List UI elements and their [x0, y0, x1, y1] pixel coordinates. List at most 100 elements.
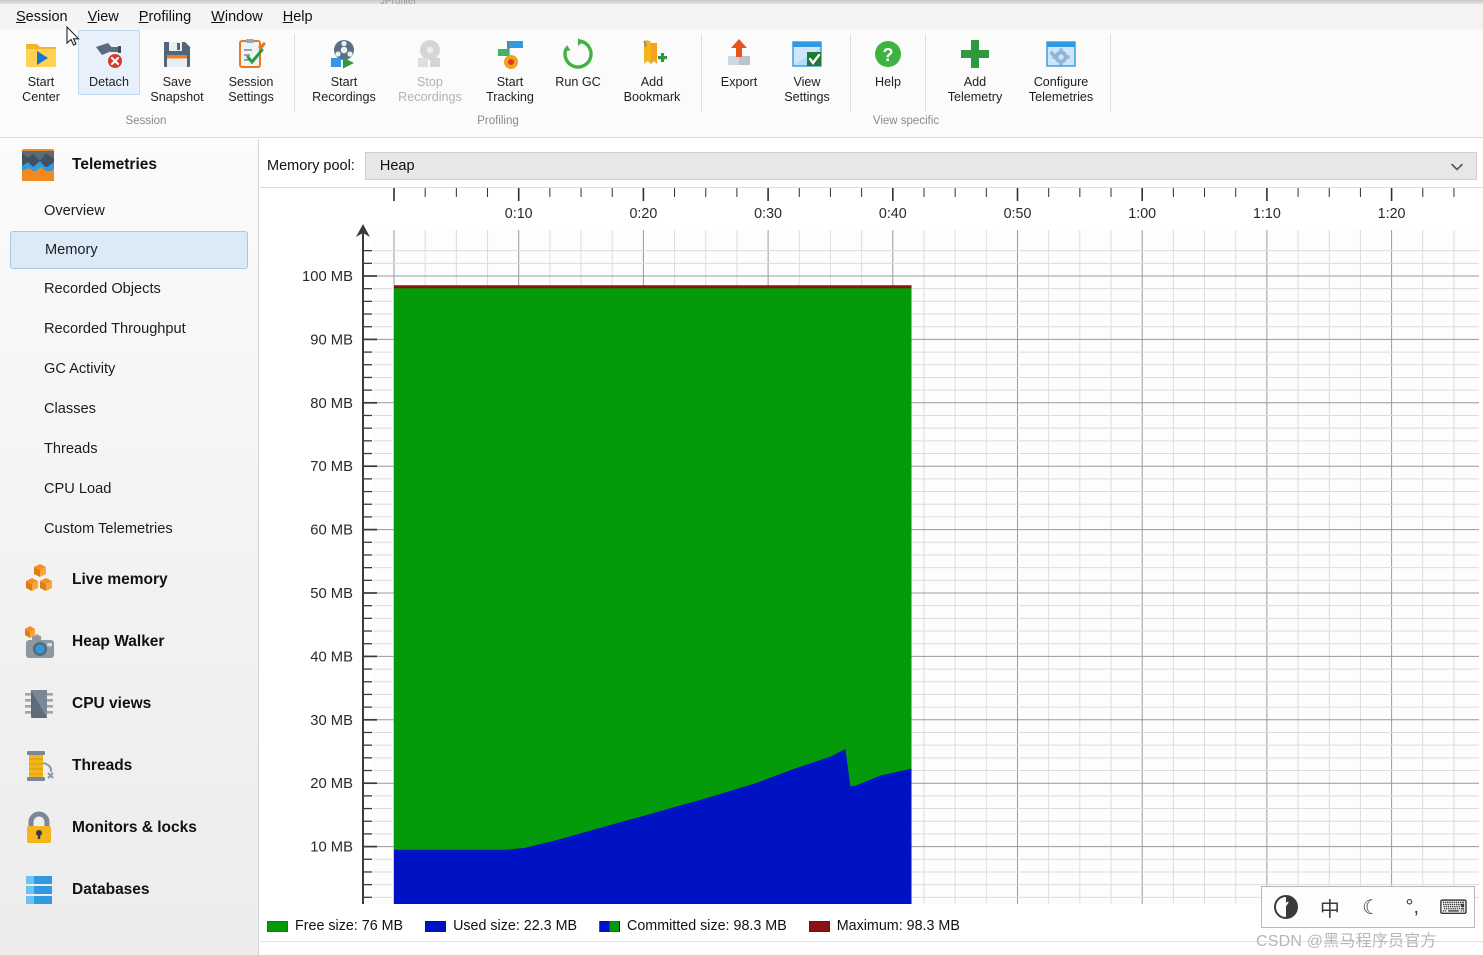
- ribbon-separator-4: [925, 34, 926, 112]
- ribbon-group-profiling: Start Recordings Stop Recordings Start T…: [301, 30, 695, 134]
- session-settings-icon: [239, 39, 266, 68]
- memory-pool-label: Memory pool:: [267, 158, 355, 174]
- sidebar-item-label: Memory: [45, 242, 98, 258]
- ribbon-group-view-specific: Export View Settings ? Help Add Telemetr…: [708, 30, 1104, 134]
- add-bookmark-icon: [643, 40, 667, 64]
- menu-view[interactable]: View: [78, 6, 129, 28]
- sidebar-item-cpu-load[interactable]: CPU Load: [0, 469, 258, 509]
- svg-text:60 MB: 60 MB: [310, 523, 353, 539]
- svg-text:30 MB: 30 MB: [310, 713, 353, 729]
- sidebar-item-threads-telemetry[interactable]: Threads: [0, 429, 258, 469]
- svg-text:80 MB: 80 MB: [310, 396, 353, 412]
- legend-label-committed-size: Committed size: 98.3 MB: [627, 918, 787, 934]
- session-settings-label: Session Settings: [228, 75, 274, 104]
- ribbon-group-session-label: Session: [125, 115, 167, 127]
- start-recordings-button[interactable]: Start Recordings: [301, 30, 387, 110]
- sogou-logo-icon[interactable]: [1262, 887, 1309, 927]
- run-gc-label: Run GC: [555, 75, 601, 89]
- legend-swatch-committed-size: [599, 920, 621, 932]
- sidebar-item-recorded-objects[interactable]: Recorded Objects: [0, 269, 258, 309]
- add-telemetry-button[interactable]: Add Telemetry: [932, 30, 1018, 110]
- sidebar-item-monitors-locks[interactable]: Monitors & locks: [0, 797, 258, 859]
- sidebar-item-live-memory[interactable]: Live memory: [0, 549, 258, 611]
- legend-entry-committed-size: Committed size: 98.3 MB: [599, 918, 787, 934]
- svg-text:10 MB: 10 MB: [310, 840, 353, 856]
- memory-chart[interactable]: 0:10 0:20 0:30 0:40 0:50 1:00 1:10 1:20 10 MB 20 …: [260, 188, 1483, 904]
- cpu-views-icon: [25, 690, 53, 718]
- stop-recordings-button: Stop Recordings: [387, 30, 473, 110]
- legend-label-free-size: Free size: 76 MB: [295, 918, 404, 934]
- start-center-button[interactable]: Start Center: [4, 30, 78, 110]
- menu-bar: Session View Profiling Window Help: [0, 4, 1483, 30]
- legend-entry-maximum: Maximum: 98.3 MB: [808, 918, 960, 934]
- svg-text:0:50: 0:50: [1004, 206, 1032, 222]
- sidebar-item-custom-telemetries[interactable]: Custom Telemetries: [0, 509, 258, 549]
- chinese-mode-icon[interactable]: 中: [1309, 887, 1350, 927]
- start-tracking-button[interactable]: Start Tracking: [473, 30, 547, 110]
- heap-walker-icon: [25, 626, 54, 658]
- help-button[interactable]: ? Help: [857, 30, 919, 95]
- view-settings-label: View Settings: [784, 75, 830, 104]
- sidebar-item-label: Monitors & locks: [72, 819, 197, 836]
- threads-icon: [27, 751, 54, 781]
- sidebar-item-label: CPU views: [72, 695, 152, 712]
- run-gc-icon: [563, 38, 593, 69]
- add-telemetry-label: Add Telemetry: [947, 75, 1003, 104]
- sidebar-item-classes[interactable]: Classes: [0, 389, 258, 429]
- add-bookmark-button[interactable]: Add Bookmark: [609, 30, 695, 110]
- sidebar-item-databases[interactable]: Databases: [0, 859, 258, 921]
- ribbon-separator-5: [1110, 34, 1111, 112]
- save-snapshot-button[interactable]: Save Snapshot: [140, 30, 214, 110]
- main-content: Memory pool: Heap 0:10 0:20 0:30 0:40 0:50 1:…: [260, 139, 1483, 955]
- run-gc-button[interactable]: Run GC: [547, 30, 609, 95]
- ribbon-group-view-specific-label: View specific: [872, 115, 940, 127]
- ribbon-separator-3: [850, 34, 851, 112]
- export-icon: [728, 39, 750, 65]
- start-tracking-icon: [498, 41, 523, 69]
- start-center-label: Start Center: [22, 75, 60, 104]
- sidebar-item-overview[interactable]: Overview: [0, 191, 258, 231]
- svg-text:0:20: 0:20: [629, 206, 657, 222]
- sidebar-item-label: Classes: [44, 401, 96, 417]
- menu-help[interactable]: Help: [273, 6, 323, 28]
- sidebar-item-label: Threads: [72, 757, 133, 774]
- sidebar-item-label: Recorded Throughput: [44, 321, 186, 337]
- menu-session[interactable]: Session: [6, 6, 78, 28]
- start-recordings-label: Start Recordings: [312, 75, 376, 104]
- sidebar-item-memory[interactable]: Memory: [10, 231, 248, 269]
- detach-icon: [96, 43, 122, 68]
- sidebar-item-label: Recorded Objects: [44, 281, 161, 297]
- export-button[interactable]: Export: [708, 30, 770, 95]
- sidebar-item-label: Overview: [44, 203, 105, 219]
- ribbon-group-session: Start Center Detach Save Snapshot Sessio…: [4, 30, 288, 134]
- detach-label: Detach: [89, 75, 129, 89]
- svg-text:100 MB: 100 MB: [302, 269, 353, 285]
- punctuation-icon[interactable]: °,: [1392, 887, 1433, 927]
- memory-chart-svg[interactable]: 0:10 0:20 0:30 0:40 0:50 1:00 1:10 1:20 10 MB 20 …: [260, 188, 1483, 904]
- configure-telemetries-button[interactable]: Configure Telemetries: [1018, 30, 1104, 110]
- detach-button[interactable]: Detach: [78, 30, 140, 95]
- sidebar-item-cpu-views[interactable]: CPU views: [0, 673, 258, 735]
- memory-pool-value: Heap: [379, 158, 415, 174]
- svg-text:70 MB: 70 MB: [310, 459, 353, 475]
- legend-swatch-maximum: [808, 920, 830, 932]
- ime-toolbar[interactable]: 中 ☾ °, ⌨: [1261, 886, 1475, 928]
- memory-pool-select[interactable]: Heap: [364, 152, 1477, 180]
- configure-telemetries-label: Configure Telemetries: [1028, 75, 1094, 104]
- session-settings-button[interactable]: Session Settings: [214, 30, 288, 110]
- sidebar-item-heap-walker[interactable]: Heap Walker: [0, 611, 258, 673]
- legend-swatch-used-size: [425, 920, 447, 932]
- sidebar-section-telemetries[interactable]: Telemetries: [0, 139, 258, 191]
- keyboard-icon[interactable]: ⌨: [1433, 887, 1474, 927]
- sogou-logo-glyph: [1273, 895, 1298, 919]
- save-snapshot-icon: [164, 42, 190, 67]
- moon-icon[interactable]: ☾: [1351, 887, 1392, 927]
- sidebar-item-threads[interactable]: Threads: [0, 735, 258, 797]
- sidebar-item-gc-activity[interactable]: GC Activity: [0, 349, 258, 389]
- add-telemetry-icon: [961, 40, 989, 68]
- menu-window[interactable]: Window: [201, 6, 273, 28]
- sidebar-item-recorded-throughput[interactable]: Recorded Throughput: [0, 309, 258, 349]
- menu-profiling[interactable]: Profiling: [129, 6, 201, 28]
- view-settings-button[interactable]: View Settings: [770, 30, 844, 110]
- help-icon: ?: [875, 41, 901, 67]
